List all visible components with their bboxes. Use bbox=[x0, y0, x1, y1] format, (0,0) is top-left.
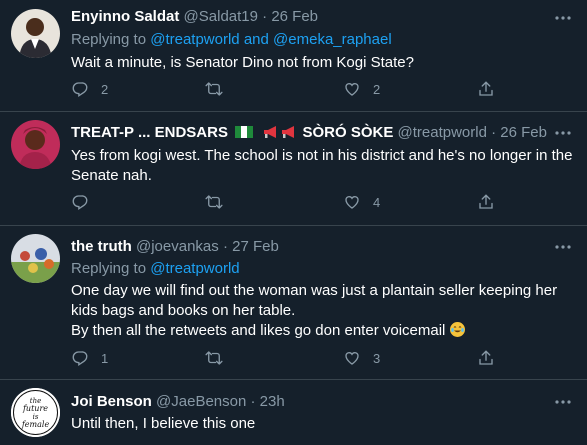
like-count: 2 bbox=[373, 81, 381, 97]
retweet-button[interactable] bbox=[205, 79, 223, 99]
reply-icon bbox=[72, 82, 88, 98]
like-icon bbox=[345, 83, 359, 96]
timestamp[interactable]: 27 Feb bbox=[232, 238, 279, 255]
retweet-button[interactable] bbox=[205, 192, 223, 212]
tweet-text-line-content: By then all the retweets and likes go do… bbox=[71, 322, 446, 339]
tweet-4[interactable]: the future is female Joi Benson @JaeBens… bbox=[0, 380, 587, 445]
reply-button[interactable]: 1 bbox=[71, 348, 108, 368]
display-name[interactable]: TREAT-P ... ENDSARS bbox=[71, 124, 228, 141]
reply-count: 1 bbox=[101, 350, 109, 366]
replying-to: Replying to @treatpworld and @emeka_raph… bbox=[71, 30, 579, 50]
handle[interactable]: @treatpworld bbox=[398, 124, 487, 141]
separator-dot: · bbox=[491, 124, 497, 141]
display-name[interactable]: Enyinno Saldat bbox=[71, 8, 179, 25]
more-icon[interactable] bbox=[553, 392, 573, 412]
like-button[interactable]: 3 bbox=[343, 348, 380, 368]
share-icon bbox=[479, 81, 493, 96]
avatar-text: female bbox=[21, 420, 50, 429]
avatar-text: future bbox=[22, 404, 48, 413]
tweet-text: Until then, I believe this one bbox=[71, 415, 256, 432]
megaphone-icon bbox=[264, 126, 277, 138]
tweet-header: Joi Benson @JaeBenson · 23h bbox=[71, 392, 579, 412]
tweet-3[interactable]: the truth @joevankas · 27 Feb Replying t… bbox=[0, 226, 587, 380]
like-count: 3 bbox=[373, 350, 381, 366]
tweet-2[interactable]: TREAT-P ... ENDSARS SÒRÓ SÒKE @treatpwor… bbox=[0, 112, 587, 226]
separator-dot: · bbox=[262, 8, 268, 25]
tweet-text-line: kids bags and books on her table. bbox=[71, 302, 296, 319]
avatar[interactable]: the future is female bbox=[11, 388, 60, 437]
handle[interactable]: @Saldat19 bbox=[184, 8, 258, 25]
like-button[interactable]: 2 bbox=[343, 79, 380, 99]
replying-to-prefix: Replying to bbox=[71, 260, 147, 277]
avatar[interactable] bbox=[11, 234, 60, 283]
timestamp[interactable]: 26 Feb bbox=[500, 124, 547, 141]
tweet-1[interactable]: Enyinno Saldat @Saldat19 · 26 Feb Replyi… bbox=[0, 0, 587, 112]
like-count: 4 bbox=[373, 194, 381, 210]
tweet-text: One day we will find out the woman was j… bbox=[71, 281, 579, 341]
retweet-button[interactable] bbox=[205, 348, 223, 368]
share-button[interactable] bbox=[477, 79, 495, 99]
mention-link[interactable]: @treatpworld bbox=[150, 31, 239, 48]
tweet-text-line: One day we will find out the woman was j… bbox=[71, 282, 558, 299]
tweet-actions: 1 3 bbox=[71, 348, 501, 368]
share-icon bbox=[479, 350, 493, 365]
display-name-suffix[interactable]: SÒRÓ SÒKE bbox=[302, 124, 393, 141]
separator-dot: · bbox=[222, 238, 228, 255]
mention-link[interactable]: @emeka_raphael bbox=[273, 31, 392, 48]
share-button[interactable] bbox=[477, 192, 495, 212]
tweet-text-line: By then all the retweets and likes go do… bbox=[71, 321, 579, 341]
tweet-text: Wait a minute, is Senator Dino not from … bbox=[71, 54, 414, 71]
like-button[interactable]: 4 bbox=[343, 192, 380, 212]
more-icon[interactable] bbox=[553, 123, 573, 143]
retweet-icon bbox=[205, 351, 223, 365]
mention-link[interactable]: @treatpworld bbox=[150, 260, 239, 277]
tweet-text: Yes from kogi west. The school is not in… bbox=[71, 146, 579, 186]
mention-joiner: and bbox=[243, 31, 269, 48]
tweet-text-line: Yes from kogi west. The school is not in… bbox=[71, 147, 573, 164]
separator-dot: · bbox=[250, 393, 256, 410]
more-icon[interactable] bbox=[553, 8, 573, 28]
replying-to-prefix: Replying to bbox=[71, 31, 147, 48]
tweet-actions: 4 bbox=[71, 192, 501, 212]
tweet-header: TREAT-P ... ENDSARS SÒRÓ SÒKE @treatpwor… bbox=[71, 123, 579, 143]
avatar[interactable] bbox=[11, 9, 60, 58]
tweet-header: the truth @joevankas · 27 Feb bbox=[71, 237, 579, 257]
handle[interactable]: @joevankas bbox=[136, 238, 219, 255]
avatar[interactable] bbox=[11, 120, 60, 169]
reply-count: 2 bbox=[101, 81, 109, 97]
retweet-icon bbox=[205, 82, 223, 96]
tears-of-joy-emoji-icon bbox=[449, 322, 465, 337]
timestamp[interactable]: 26 Feb bbox=[271, 8, 318, 25]
reply-button[interactable] bbox=[71, 192, 89, 212]
reply-button[interactable]: 2 bbox=[71, 79, 108, 99]
tweet-header: Enyinno Saldat @Saldat19 · 26 Feb bbox=[71, 7, 579, 27]
display-name[interactable]: Joi Benson bbox=[71, 393, 152, 410]
tweet-actions: 2 2 bbox=[71, 79, 501, 99]
megaphone-icon bbox=[282, 126, 295, 138]
reply-icon bbox=[72, 351, 88, 367]
display-name[interactable]: the truth bbox=[71, 238, 132, 255]
share-button[interactable] bbox=[477, 348, 495, 368]
more-icon[interactable] bbox=[553, 237, 573, 257]
tweet-text-line: Senate nah. bbox=[71, 167, 152, 184]
like-icon bbox=[345, 196, 359, 209]
handle[interactable]: @JaeBenson bbox=[156, 393, 246, 410]
timestamp[interactable]: 23h bbox=[260, 393, 285, 410]
replying-to: Replying to @treatpworld bbox=[71, 259, 579, 279]
like-icon bbox=[345, 352, 359, 365]
share-icon bbox=[479, 194, 493, 209]
reply-icon bbox=[72, 195, 88, 211]
nigeria-flag-icon bbox=[235, 126, 254, 138]
retweet-icon bbox=[205, 195, 223, 209]
